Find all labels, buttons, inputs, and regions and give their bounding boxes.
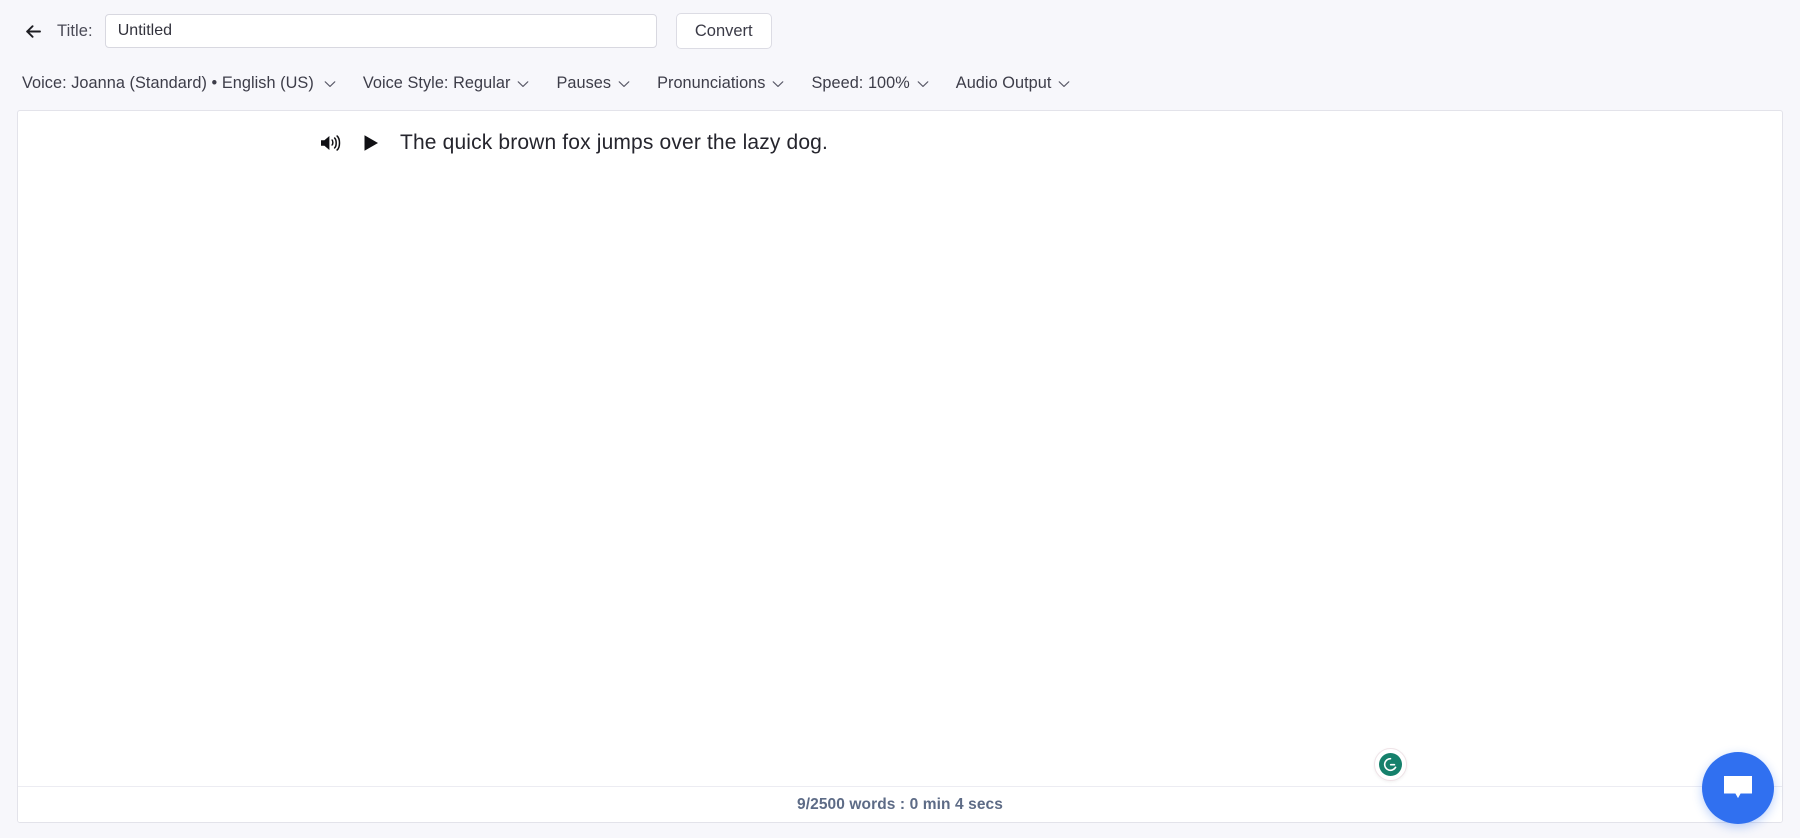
header-bar: Title: Convert bbox=[0, 0, 1800, 62]
grammarly-logo-icon bbox=[1379, 753, 1402, 776]
chevron-down-icon bbox=[517, 80, 529, 88]
chevron-down-icon bbox=[772, 80, 784, 88]
toolbar-item-voice-label: Voice: Joanna (Standard) • English (US) bbox=[22, 74, 314, 92]
play-triangle-icon[interactable] bbox=[360, 132, 382, 154]
back-arrow-icon[interactable] bbox=[18, 16, 48, 46]
editor-footer: 9/2500 words : 0 min 4 secs bbox=[18, 786, 1782, 822]
grammarly-badge[interactable] bbox=[1374, 748, 1407, 781]
toolbar-item-pronunciations[interactable]: Pronunciations bbox=[657, 74, 784, 93]
sentence-row: The quick brown fox jumps over the lazy … bbox=[18, 125, 1782, 161]
app-root: Title: Convert Voice: Joanna (Standard) … bbox=[0, 0, 1800, 838]
toolbar-item-speed[interactable]: Speed: 100% bbox=[811, 74, 929, 93]
toolbar-item-speed-label: Speed: 100% bbox=[811, 74, 910, 92]
title-input[interactable] bbox=[104, 14, 657, 48]
toolbar-item-pauses-label: Pauses bbox=[556, 74, 612, 92]
toolbar-item-audio-output-label: Audio Output bbox=[955, 74, 1052, 92]
sentence-text[interactable]: The quick brown fox jumps over the lazy … bbox=[400, 129, 828, 157]
toolbar-item-voice[interactable]: Voice: Joanna (Standard) • English (US) bbox=[22, 74, 336, 93]
title-label: Title: bbox=[57, 21, 93, 40]
toolbar-item-voice-style-label: Voice Style: Regular bbox=[362, 74, 511, 92]
toolbar-item-pauses[interactable]: Pauses bbox=[556, 74, 630, 93]
chat-bubble-icon bbox=[1721, 773, 1755, 803]
chevron-down-icon bbox=[917, 80, 929, 88]
settings-toolbar: Voice: Joanna (Standard) • English (US) … bbox=[0, 62, 1800, 105]
convert-button[interactable]: Convert bbox=[675, 13, 772, 49]
editor-panel: The quick brown fox jumps over the lazy … bbox=[17, 110, 1783, 823]
chevron-down-icon bbox=[1058, 80, 1070, 88]
chevron-down-icon bbox=[324, 80, 336, 88]
toolbar-item-voice-style[interactable]: Voice Style: Regular bbox=[363, 74, 530, 93]
editor-text-area[interactable]: The quick brown fox jumps over the lazy … bbox=[18, 111, 1782, 786]
chat-bubble-button[interactable] bbox=[1702, 752, 1774, 824]
chevron-down-icon bbox=[618, 80, 630, 88]
word-count-status: 9/2500 words : 0 min 4 secs bbox=[796, 795, 1004, 813]
speaker-volume-icon[interactable] bbox=[318, 131, 343, 156]
toolbar-item-pronunciations-label: Pronunciations bbox=[657, 74, 766, 92]
toolbar-item-audio-output[interactable]: Audio Output bbox=[956, 74, 1071, 93]
